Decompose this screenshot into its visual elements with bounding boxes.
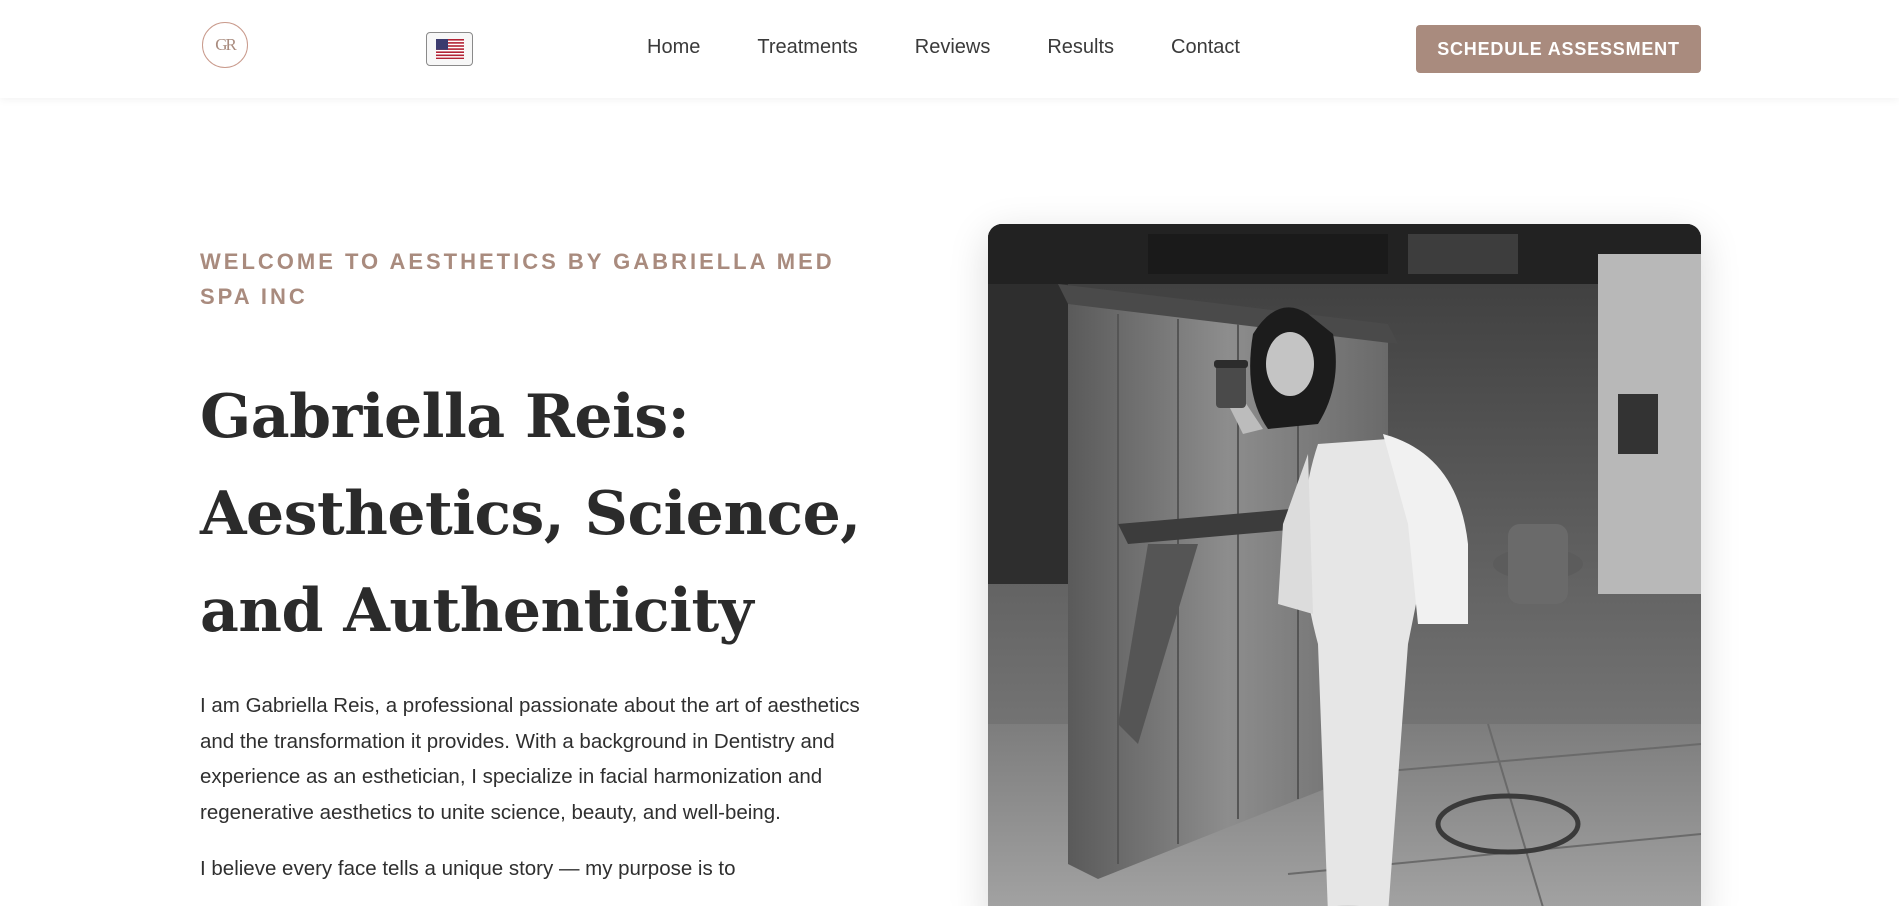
nav-treatments[interactable]: Treatments xyxy=(757,36,857,59)
us-flag-icon xyxy=(435,39,464,59)
hero-title-line: Gabriella Reis: xyxy=(200,382,690,452)
nav-results[interactable]: Results xyxy=(1047,36,1114,59)
hero-paragraph: I believe every face tells a unique stor… xyxy=(200,857,736,880)
site-header: GR Home Treatments Reviews Results Conta… xyxy=(0,0,1899,98)
hero-title-line: Aesthetics, Science, xyxy=(200,479,861,549)
logo-monogram: GR xyxy=(215,35,237,54)
logo[interactable]: GR xyxy=(202,22,248,68)
language-selector-button[interactable] xyxy=(426,32,473,66)
portrait-photo xyxy=(988,224,1701,906)
hero-title-line: and Authenticity xyxy=(200,576,754,646)
nav-contact[interactable]: Contact xyxy=(1171,36,1240,59)
nav-reviews[interactable]: Reviews xyxy=(915,36,991,59)
portrait-image xyxy=(988,224,1701,906)
main-nav: Home Treatments Reviews Results Contact xyxy=(647,36,1297,59)
hero-section: WELCOME TO AESTHETICS BY GABRIELLA MED S… xyxy=(200,244,870,887)
hero-paragraph: I am Gabriella Reis, a professional pass… xyxy=(200,694,860,824)
schedule-assessment-button[interactable]: SCHEDULE ASSESSMENT xyxy=(1416,25,1701,73)
hero-eyebrow: WELCOME TO AESTHETICS BY GABRIELLA MED S… xyxy=(200,249,835,309)
nav-home[interactable]: Home xyxy=(647,36,700,59)
hero-title: Gabriella Reis: Aesthetics, Science, and… xyxy=(200,369,870,660)
